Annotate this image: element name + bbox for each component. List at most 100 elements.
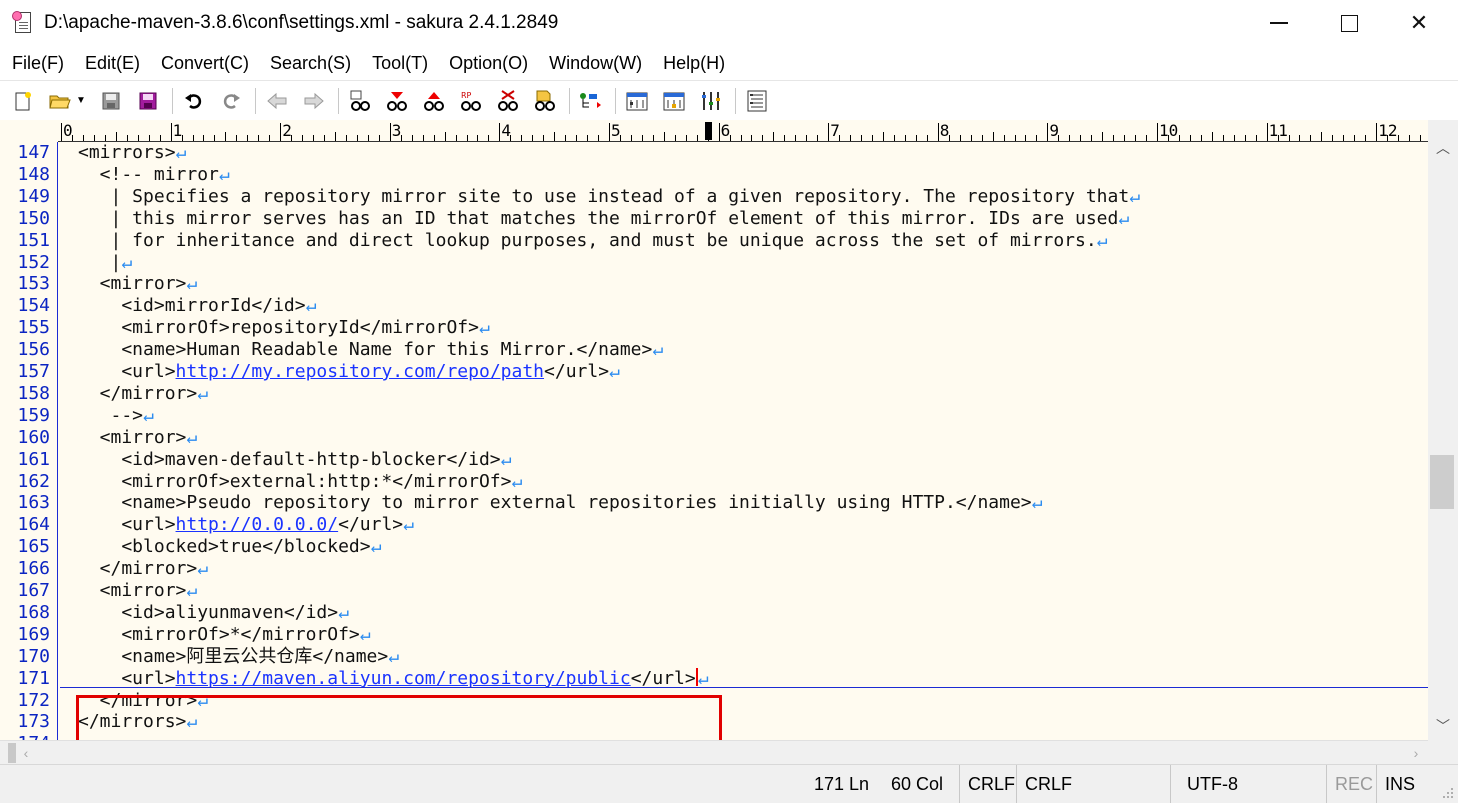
url-link[interactable]: http://0.0.0.0/ [176,514,339,535]
line-number[interactable]: 156 [0,339,50,361]
open-file-button[interactable] [47,88,73,114]
menu-help[interactable]: Help(H) [651,53,725,74]
code-line[interactable]: <name>阿里云公共仓库</name>↵ [78,646,399,668]
jump-back-button[interactable] [264,88,290,114]
settings-button[interactable] [744,88,770,114]
status-ins[interactable]: INS [1376,765,1415,803]
code-line[interactable]: <name>Human Readable Name for this Mirro… [78,339,663,361]
scroll-down-icon[interactable]: ﹀ [1428,714,1458,738]
outline-button[interactable] [578,88,604,114]
menu-edit[interactable]: Edit(E) [73,53,140,74]
code-line[interactable]: <id>mirrorId</id>↵ [78,295,316,317]
line-number[interactable]: 147 [0,142,50,164]
status-column[interactable]: 60 Col [883,765,943,803]
line-number[interactable]: 150 [0,208,50,230]
code-line[interactable]: <url>http://0.0.0.0/</url>↵ [78,514,414,536]
line-number[interactable]: 171 [0,668,50,690]
jump-forward-button[interactable] [301,88,327,114]
line-number[interactable]: 167 [0,580,50,602]
code-line[interactable]: |↵ [78,252,133,274]
code-line[interactable]: </mirror>↵ [78,690,208,712]
line-number[interactable]: 155 [0,317,50,339]
line-number[interactable]: 152 [0,252,50,274]
code-line[interactable]: <mirror>↵ [78,273,198,295]
code-line[interactable]: <mirror>↵ [78,427,198,449]
code-line[interactable]: | for inheritance and direct lookup purp… [78,230,1108,252]
line-number[interactable]: 163 [0,492,50,514]
code-line[interactable]: <id>aliyunmaven</id>↵ [78,602,349,624]
sakura-app-icon[interactable] [12,11,34,35]
status-line[interactable]: 171 Ln [806,765,869,803]
close-button[interactable]: ✕ [1384,0,1454,46]
scroll-up-icon[interactable]: ︿ [1428,136,1458,160]
macro-record-button[interactable] [624,88,650,114]
line-number[interactable]: 151 [0,230,50,252]
redo-button[interactable] [218,88,244,114]
code-line[interactable]: <id>maven-default-http-blocker</id>↵ [78,449,511,471]
line-number[interactable]: 173 [0,711,50,733]
grep-button[interactable] [532,88,558,114]
code-line[interactable]: <blocked>true</blocked>↵ [78,536,381,558]
menu-convert[interactable]: Convert(C) [149,53,249,74]
status-eol-input[interactable]: CRLF [959,765,1015,803]
macro-edit-button[interactable] [698,88,724,114]
status-encoding[interactable]: UTF-8 [1170,765,1328,803]
line-number[interactable]: 157 [0,361,50,383]
text-area[interactable]: <mirrors>↵ <!-- mirror↵ | Specifies a re… [60,142,1428,740]
maximize-button[interactable] [1314,0,1384,46]
new-file-button[interactable] [10,88,36,114]
minimize-button[interactable] [1244,0,1314,46]
line-number[interactable]: 164 [0,514,50,536]
code-line[interactable]: <!-- mirror↵ [78,164,230,186]
code-line[interactable]: </mirror>↵ [78,383,208,405]
code-line[interactable]: <mirrors>↵ [78,142,186,164]
save-button[interactable] [98,88,124,114]
line-number[interactable]: 172 [0,690,50,712]
line-number[interactable]: 161 [0,449,50,471]
code-line[interactable]: | this mirror serves has an ID that matc… [78,208,1130,230]
code-line[interactable]: | Specifies a repository mirror site to … [78,186,1141,208]
line-number[interactable]: 170 [0,646,50,668]
line-number[interactable]: 166 [0,558,50,580]
save-all-button[interactable] [135,88,161,114]
code-line[interactable]: <name>Pseudo repository to mirror extern… [78,492,1042,514]
code-line[interactable]: <mirror>↵ [78,580,198,602]
open-dropdown-icon[interactable]: ▼ [76,95,86,106]
line-number[interactable]: 160 [0,427,50,449]
menu-tool[interactable]: Tool(T) [360,53,428,74]
find-next-button[interactable] [384,88,410,114]
line-number[interactable]: 153 [0,273,50,295]
line-number[interactable]: 168 [0,602,50,624]
url-link[interactable]: http://my.repository.com/repo/path [176,361,544,382]
line-number[interactable]: 169 [0,624,50,646]
url-link[interactable]: https://maven.aliyun.com/repository/publ… [176,668,631,689]
line-number[interactable]: 154 [0,295,50,317]
code-line[interactable]: <mirrorOf>external:http:*</mirrorOf>↵ [78,471,522,493]
line-number[interactable]: 149 [0,186,50,208]
vertical-scroll-thumb[interactable] [1430,455,1454,509]
line-number[interactable]: 165 [0,536,50,558]
find-prev-button[interactable] [421,88,447,114]
code-line[interactable]: <mirrorOf>*</mirrorOf>↵ [78,624,370,646]
menu-option[interactable]: Option(O) [437,53,528,74]
code-line[interactable]: <url>http://my.repository.com/repo/path<… [78,361,620,383]
line-number[interactable]: 159 [0,405,50,427]
line-number[interactable]: 148 [0,164,50,186]
menu-search[interactable]: Search(S) [258,53,351,74]
code-line[interactable]: -->↵ [78,405,154,427]
status-eol-file[interactable]: CRLF [1016,765,1072,803]
clear-search-button[interactable] [495,88,521,114]
replace-button[interactable]: RP [458,88,484,114]
status-rec[interactable]: REC [1326,765,1373,803]
vertical-scrollbar[interactable]: ︿ ﹀ [1428,120,1458,740]
scroll-right-icon[interactable]: › [1404,741,1428,765]
search-button[interactable] [347,88,373,114]
resize-grip-icon[interactable] [1442,787,1454,799]
menu-file[interactable]: File(F) [0,53,64,74]
editor-area[interactable]: 0 1 2 3 4 5 6 7 8 9 10 11 12 147 148 149 150 151 152 153 15… [0,120,1458,803]
horizontal-scrollbar[interactable]: ‹ › [0,740,1428,764]
line-number[interactable]: 158 [0,383,50,405]
line-number-gutter[interactable]: 147 148 149 150 151 152 153 154 155 156 157 158 159 1… [0,142,58,754]
code-line[interactable]: </mirror>↵ [78,558,208,580]
menu-window[interactable]: Window(W) [537,53,642,74]
